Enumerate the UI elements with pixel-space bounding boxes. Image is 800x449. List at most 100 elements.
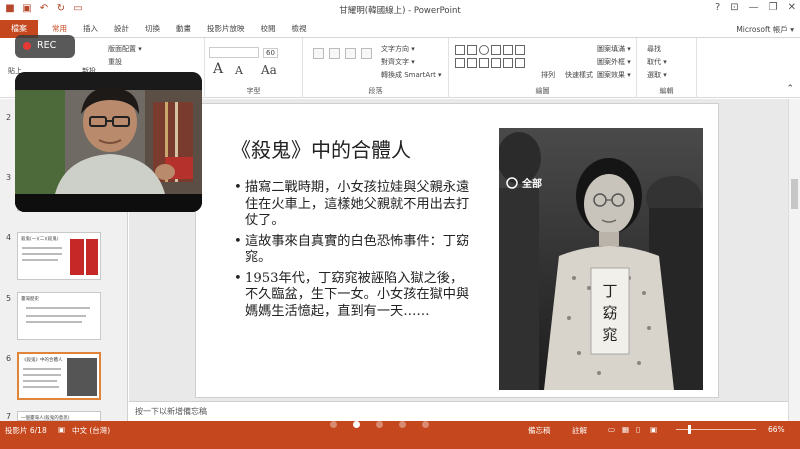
- tab-insert[interactable]: 插入: [75, 20, 106, 38]
- comments-toggle[interactable]: 註解: [572, 425, 587, 436]
- shape-fill-button[interactable]: 圖案填滿 ▾: [597, 44, 631, 54]
- pager-dot[interactable]: [376, 421, 383, 428]
- tab-transitions[interactable]: 切換: [137, 20, 168, 38]
- shape-rectangle-icon[interactable]: [455, 45, 465, 55]
- arrange-button[interactable]: 排列: [541, 70, 555, 80]
- shape-star-icon[interactable]: [479, 58, 489, 68]
- tab-review[interactable]: 校閱: [253, 20, 284, 38]
- thumb-number: 4: [6, 233, 12, 242]
- font-name-box[interactable]: [209, 47, 259, 58]
- font-size-box[interactable]: 60: [263, 48, 278, 58]
- shape-arrow-icon[interactable]: [503, 45, 513, 55]
- change-case-icon[interactable]: Aa: [261, 63, 277, 77]
- pager-dots: [330, 421, 429, 428]
- find-button[interactable]: 尋找: [647, 44, 661, 54]
- title-bar: ■ ▣ ↶ ↻ ▭ 甘耀明(韓國線上) - PowerPoint ? ⊡ — ❐…: [0, 0, 800, 20]
- bullet-item[interactable]: 1953年代，丁窈窕被誣陷入獄之後，不久臨盆，生下一女。小女孩在獄中與媽媽生活憶…: [234, 271, 474, 321]
- pager-dot-active[interactable]: [353, 421, 360, 428]
- pager-dot[interactable]: [422, 421, 429, 428]
- shape-oval-icon[interactable]: [479, 45, 489, 55]
- undo-icon[interactable]: ↶: [38, 3, 50, 15]
- shape-callout-icon[interactable]: [491, 58, 501, 68]
- thumb-title: 殺鬼(一)(二)(殺鬼): [21, 237, 59, 242]
- shrink-font-icon[interactable]: A: [235, 64, 243, 77]
- bullet-item[interactable]: 這故事來自真實的白色恐怖事件：丁窈窕。: [234, 234, 474, 267]
- help-button[interactable]: ?: [715, 2, 720, 13]
- recording-indicator[interactable]: REC: [15, 35, 75, 58]
- close-button[interactable]: ✕: [788, 2, 796, 13]
- thumb-number: 2: [6, 113, 12, 122]
- zoom-slider-knob[interactable]: [688, 425, 691, 434]
- shape-textbox-icon[interactable]: [467, 45, 477, 55]
- tab-animations[interactable]: 動畫: [168, 20, 199, 38]
- slide-title[interactable]: 《殺鬼》中的合體人: [231, 134, 411, 163]
- editor-vertical-scrollbar[interactable]: [788, 99, 800, 421]
- reset-button[interactable]: 重設: [108, 57, 122, 67]
- quick-access-toolbar: ■ ▣ ↶ ↻ ▭: [4, 3, 84, 15]
- scrollbar-thumb[interactable]: [791, 179, 798, 209]
- minimize-button[interactable]: —: [749, 2, 759, 13]
- pager-dot[interactable]: [330, 421, 337, 428]
- font-group-label: 字型: [246, 87, 261, 95]
- sorter-view-icon[interactable]: ▦: [622, 425, 629, 434]
- layout-button[interactable]: 版面配置 ▾: [108, 44, 142, 54]
- restore-button[interactable]: ❐: [769, 2, 778, 13]
- ribbon-display-icon[interactable]: ⊡: [730, 2, 738, 13]
- thumb-number: 3: [6, 173, 12, 182]
- window-controls: ? ⊡ — ❐ ✕: [715, 2, 796, 13]
- language-indicator[interactable]: 中文 (台灣): [72, 425, 110, 436]
- paragraph-group-label: 段落: [368, 87, 383, 95]
- shape-triangle-icon[interactable]: [515, 45, 525, 55]
- slide-thumbnail-7[interactable]: 一個臺灣人(殺鬼的意思): [17, 411, 101, 421]
- slide-thumbnail-4[interactable]: 殺鬼(一)(二)(殺鬼): [17, 232, 101, 280]
- notes-pane[interactable]: 按一下以新增備忘稿: [129, 401, 788, 421]
- shape-more-icon[interactable]: [515, 58, 525, 68]
- align-text-button[interactable]: 對齊文字 ▾: [381, 57, 415, 67]
- drawing-group-label: 繪圖: [535, 87, 550, 95]
- normal-view-icon[interactable]: ▭: [608, 425, 615, 434]
- zoom-level[interactable]: 66%: [768, 425, 785, 434]
- slide-thumbnail-6[interactable]: 《殺鬼》中的合體人: [17, 352, 101, 400]
- window-title: 甘耀明(韓國線上) - PowerPoint: [339, 6, 461, 16]
- tab-view[interactable]: 檢視: [284, 20, 315, 38]
- numbering-icon[interactable]: [329, 48, 340, 59]
- historical-photo[interactable]: 丁 窈 窕 全部: [499, 128, 703, 390]
- grow-font-icon[interactable]: A: [213, 61, 223, 77]
- smartart-button[interactable]: 轉換成 SmartArt ▾: [381, 70, 442, 80]
- tab-slideshow[interactable]: 投影片放映: [199, 20, 253, 38]
- slide-thumbnail-5[interactable]: 臺灣歷史: [17, 292, 101, 340]
- tab-design[interactable]: 設計: [106, 20, 137, 38]
- save-icon[interactable]: ▣: [21, 3, 33, 15]
- font-group: 60 A A Aa 字型: [205, 38, 303, 98]
- record-dot-icon: [23, 42, 31, 50]
- select-button[interactable]: 選取 ▾: [647, 70, 667, 80]
- text-direction-button[interactable]: 文字方向 ▾: [381, 44, 415, 54]
- shape-rounded-icon[interactable]: [455, 58, 465, 68]
- redo-icon[interactable]: ↻: [55, 3, 67, 15]
- nametag-char-3: 窕: [602, 326, 617, 344]
- thumb-number: 7: [6, 412, 12, 421]
- shape-line-icon[interactable]: [491, 45, 501, 55]
- replace-button[interactable]: 取代 ▾: [647, 57, 667, 67]
- pager-dot[interactable]: [399, 421, 406, 428]
- collapse-ribbon-icon[interactable]: ⌃: [786, 84, 794, 94]
- spellcheck-icon[interactable]: ▣: [58, 425, 65, 434]
- present-icon[interactable]: ▭: [72, 3, 84, 15]
- slide-bullet-list[interactable]: 描寫二戰時期，小女孩拉娃與父親永遠住在火車上，這樣她父親就不用出去打仗了。 這故…: [234, 180, 474, 324]
- increase-indent-icon[interactable]: [361, 48, 372, 59]
- shape-effects-button[interactable]: 圖案效果 ▾: [597, 70, 631, 80]
- thumb-title: 臺灣歷史: [21, 297, 39, 302]
- bullets-icon[interactable]: [313, 48, 324, 59]
- current-slide[interactable]: 《殺鬼》中的合體人 描寫二戰時期，小女孩拉娃與父親永遠住在火車上，這樣她父親就不…: [195, 103, 719, 398]
- recording-label: REC: [37, 40, 57, 51]
- quick-styles-button[interactable]: 快速樣式: [565, 70, 593, 80]
- bullet-item[interactable]: 描寫二戰時期，小女孩拉娃與父親永遠住在火車上，這樣她父親就不用出去打仗了。: [234, 180, 474, 230]
- slideshow-view-icon[interactable]: ▣: [650, 425, 657, 434]
- account-menu[interactable]: Microsoft 帳戶 ▾: [736, 24, 794, 35]
- reading-view-icon[interactable]: ▯: [636, 425, 640, 434]
- shape-bracket-icon[interactable]: [467, 58, 477, 68]
- decrease-indent-icon[interactable]: [345, 48, 356, 59]
- shape-outline-button[interactable]: 圖案外框 ▾: [597, 57, 631, 67]
- notes-toggle[interactable]: 備忘稿: [528, 425, 551, 436]
- shape-brace-icon[interactable]: [503, 58, 513, 68]
